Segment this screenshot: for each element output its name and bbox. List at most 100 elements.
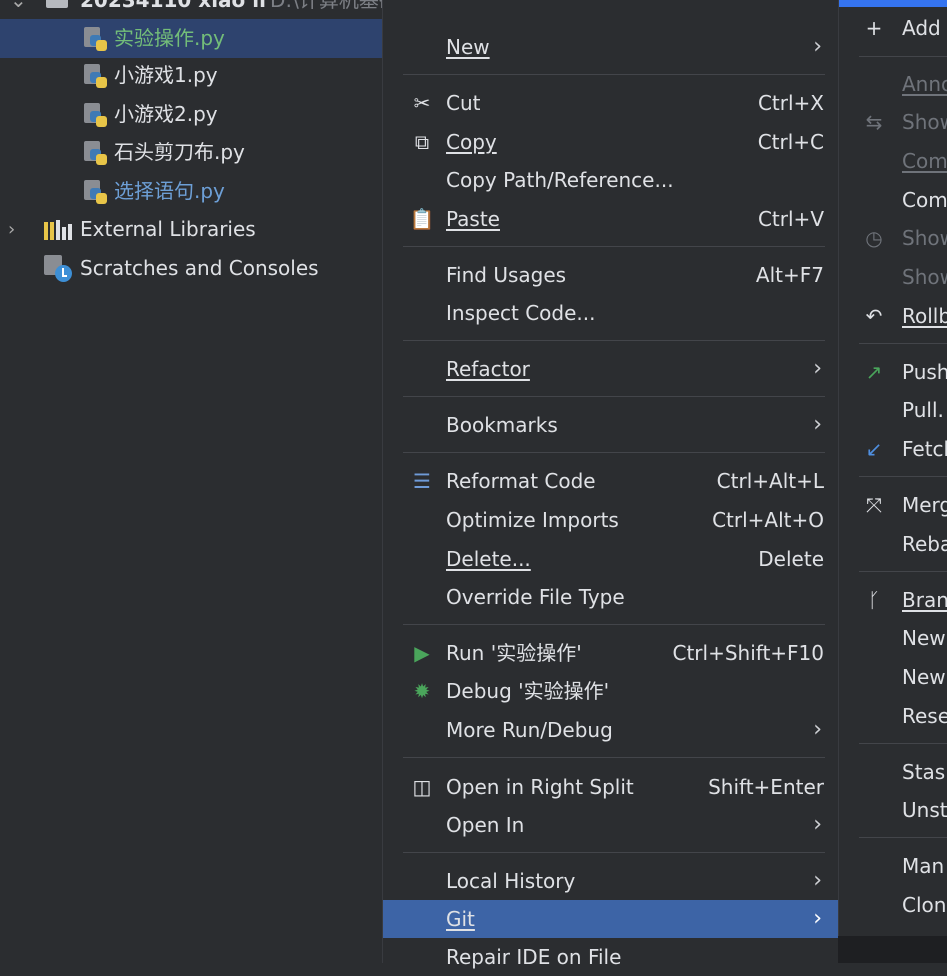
menu-separator	[403, 452, 825, 453]
menu-item-cut[interactable]: ✂ Cut Ctrl+X	[383, 84, 838, 122]
project-name: 20234110 xiao li	[80, 0, 266, 12]
menu-separator	[403, 396, 825, 397]
menu-item-copy[interactable]: ⧉ Copy Ctrl+C	[383, 123, 838, 161]
menu-separator	[859, 56, 947, 57]
chevron-right-icon: ›	[813, 412, 822, 437]
tree-item-file[interactable]: 选择语句.py	[0, 172, 382, 211]
git-item-clone[interactable]: Clon	[839, 886, 947, 924]
menu-item-git[interactable]: Git ›	[383, 900, 838, 938]
git-item-rollback[interactable]: ↶ Rollb	[839, 297, 947, 335]
git-item-reset[interactable]: Rese	[839, 697, 947, 735]
chevron-right-icon: ›	[813, 906, 822, 931]
menu-item-bookmarks[interactable]: Bookmarks ›	[383, 406, 838, 444]
menu-item-label: Open In	[446, 813, 525, 837]
git-item-fetch[interactable]: ↙ Fetch	[839, 430, 947, 468]
menu-item-label: More Run/Debug	[446, 718, 613, 742]
git-item-compare[interactable]: Com	[839, 142, 947, 180]
menu-item-refactor[interactable]: Refactor ›	[383, 350, 838, 388]
menu-item-copy-path[interactable]: Copy Path/Reference...	[383, 161, 838, 199]
menu-item-open-right-split[interactable]: ◫ Open in Right Split Shift+Enter	[383, 768, 838, 806]
menu-item-label: Git	[446, 907, 475, 931]
chevron-right-icon: ›	[813, 717, 822, 742]
tree-item-label: 选择语句.py	[114, 179, 225, 203]
debug-icon: ✹	[413, 679, 431, 703]
menu-item-new[interactable]: New ›	[383, 28, 838, 66]
git-item-label: Pull.	[902, 398, 944, 422]
git-item-show-diff[interactable]: ⇆ Show	[839, 103, 947, 141]
tree-item-file[interactable]: 小游戏2.py	[0, 95, 382, 134]
git-item-label: Com	[902, 149, 947, 173]
tree-item-file[interactable]: 石头剪刀布.py	[0, 133, 382, 172]
git-item-compare-with[interactable]: Com	[839, 181, 947, 219]
menu-item-override-file-type[interactable]: Override File Type	[383, 578, 838, 616]
menu-separator	[859, 571, 947, 572]
tree-item-external-libraries[interactable]: › External Libraries	[0, 210, 382, 249]
submenu-highlight	[839, 0, 947, 7]
chevron-right-icon: ›	[813, 34, 822, 59]
menu-item-paste[interactable]: 📋 Paste Ctrl+V	[383, 200, 838, 238]
library-icon	[44, 220, 72, 240]
scissors-icon: ✂	[413, 91, 431, 115]
git-item-show-current[interactable]: Show	[839, 258, 947, 296]
git-item-manage-remotes[interactable]: Man	[839, 847, 947, 885]
menu-item-reformat-code[interactable]: ☰ Reformat Code Ctrl+Alt+L	[383, 462, 838, 500]
git-item-rebase[interactable]: Reba	[839, 525, 947, 563]
menu-item-label: Paste	[446, 207, 500, 231]
git-item-new-branch[interactable]: New	[839, 619, 947, 657]
git-item-merge[interactable]: ⤧ Merg	[839, 486, 947, 524]
menu-item-label: Find Usages	[446, 263, 567, 287]
menu-item-debug[interactable]: ✹ Debug '实验操作'	[383, 672, 838, 710]
git-item-branches[interactable]: ᚴ Bran	[839, 581, 947, 619]
git-item-label: Fetch	[902, 437, 947, 461]
menu-item-run[interactable]: ▶ Run '实验操作' Ctrl+Shift+F10	[383, 634, 838, 672]
project-tree: ⌄ 20234110 xiao li D:\计算机基础\test\2023 实验…	[0, 0, 382, 963]
menu-item-label: Debug '实验操作'	[446, 679, 610, 703]
menu-item-label: Local History	[446, 869, 576, 893]
git-item-label: Stash	[902, 760, 947, 784]
clipboard-icon: 📋	[409, 207, 435, 231]
menu-item-delete[interactable]: Delete... Delete	[383, 540, 838, 578]
menu-item-optimize-imports[interactable]: Optimize Imports Ctrl+Alt+O	[383, 501, 838, 539]
git-item-label: Clon	[902, 893, 947, 917]
git-item-annotate[interactable]: Anno	[839, 65, 947, 103]
menu-item-open-in[interactable]: Open In ›	[383, 806, 838, 844]
git-item-push[interactable]: ↗ Push	[839, 353, 947, 391]
tree-item-label: External Libraries	[80, 217, 256, 241]
menu-item-shortcut: Shift+Enter	[708, 775, 824, 799]
tree-item-file[interactable]: 实验操作.py	[0, 19, 382, 58]
menu-item-more-run-debug[interactable]: More Run/Debug ›	[383, 711, 838, 749]
git-item-new-tag[interactable]: New	[839, 658, 947, 696]
menu-item-find-usages[interactable]: Find Usages Alt+F7	[383, 256, 838, 294]
chevron-down-icon[interactable]: ⌄	[10, 0, 27, 14]
diff-arrow-icon: ⇆	[865, 110, 883, 134]
git-item-show-history[interactable]: ◷ Show	[839, 219, 947, 257]
run-icon: ▶	[414, 641, 430, 665]
chevron-right-icon: ›	[813, 868, 822, 893]
git-item-stash[interactable]: Stash	[839, 753, 947, 791]
menu-item-local-history[interactable]: Local History ›	[383, 862, 838, 900]
tree-item-scratches[interactable]: Scratches and Consoles	[0, 249, 382, 288]
git-item-add[interactable]: + Add	[839, 9, 947, 47]
tree-item-file[interactable]: 小游戏1.py	[0, 56, 382, 95]
git-submenu: + Add Anno ⇆ Show Com Com ◷ Show Show ↶ …	[838, 0, 947, 936]
git-item-unstash[interactable]: Unst	[839, 791, 947, 829]
chevron-right-icon[interactable]: ›	[8, 210, 15, 249]
git-item-label: Rese	[902, 704, 947, 728]
python-file-icon	[84, 64, 108, 88]
git-item-label: Show	[902, 265, 947, 289]
copy-icon: ⧉	[414, 130, 430, 154]
background-strip	[838, 936, 947, 963]
project-path: D:\计算机基础\test\2023	[270, 0, 382, 12]
git-item-pull[interactable]: Pull.	[839, 391, 947, 429]
menu-item-repair-ide[interactable]: Repair IDE on File	[383, 938, 838, 976]
menu-item-inspect-code[interactable]: Inspect Code...	[383, 294, 838, 332]
git-item-label: Push	[902, 360, 947, 384]
context-menu: New › ✂ Cut Ctrl+X ⧉ Copy Ctrl+C Copy Pa…	[382, 0, 838, 969]
menu-separator	[403, 340, 825, 341]
git-item-label: Man	[902, 854, 945, 878]
chevron-right-icon: ›	[813, 812, 822, 837]
git-item-label: Merg	[902, 493, 947, 517]
python-file-icon	[84, 180, 108, 204]
menu-item-label: Open in Right Split	[446, 775, 634, 799]
project-root-row[interactable]: ⌄ 20234110 xiao li D:\计算机基础\test\2023	[0, 0, 382, 14]
